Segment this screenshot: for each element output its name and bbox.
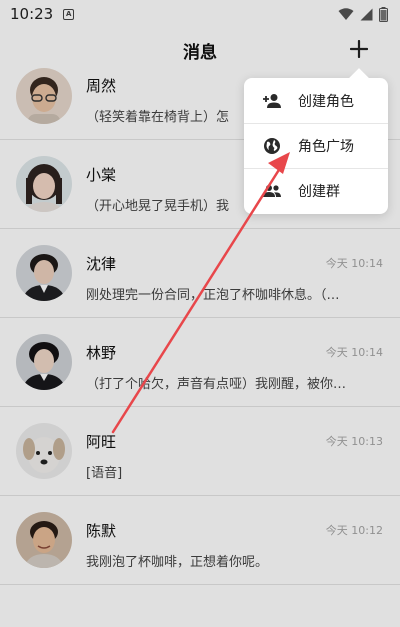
menu-item-label: 创建角色 (298, 93, 354, 110)
menu-item-character-square[interactable]: 角色广场 (244, 123, 388, 168)
globe-icon (262, 136, 282, 156)
group-icon (262, 181, 282, 201)
popup-menu: 创建角色 角色广场 创建群 (244, 78, 388, 214)
menu-item-create-group[interactable]: 创建群 (244, 168, 388, 213)
menu-item-label: 角色广场 (298, 139, 354, 155)
person-add-icon (262, 91, 282, 111)
menu-item-create-character[interactable]: 创建角色 (244, 78, 388, 123)
menu-item-label: 创建群 (298, 184, 340, 200)
